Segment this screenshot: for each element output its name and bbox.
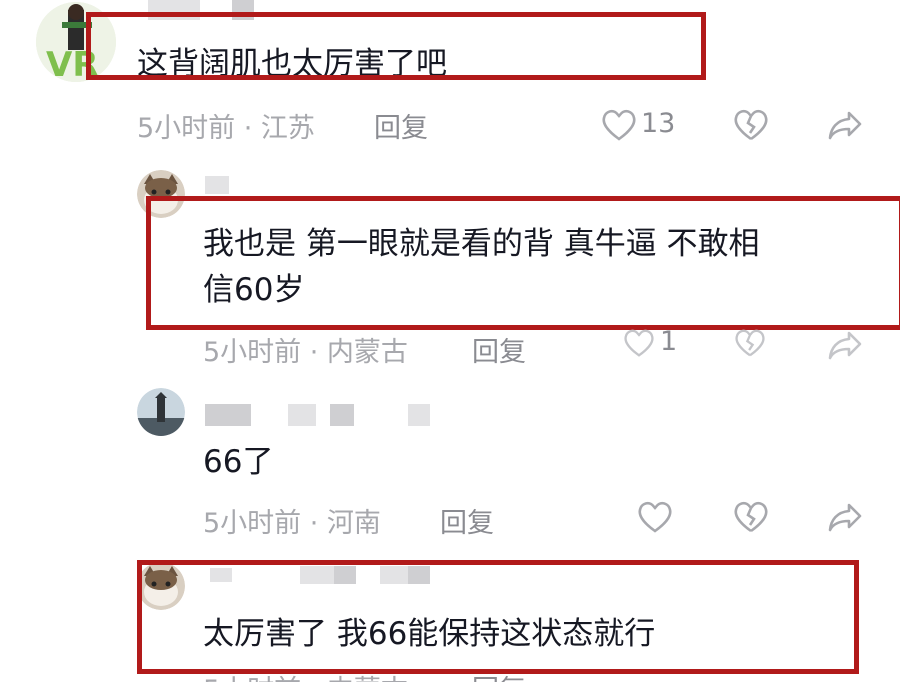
highlight-box [86, 12, 706, 80]
heart-icon[interactable] [622, 328, 656, 358]
reply-button[interactable]: 回复 [472, 330, 526, 369]
avatar[interactable] [137, 388, 185, 436]
comment-meta: 5小时前 · 内蒙古 [203, 672, 408, 682]
heart-icon[interactable] [637, 500, 673, 534]
username[interactable] [205, 176, 229, 194]
reply-button[interactable]: 回复 [374, 106, 428, 145]
highlight-box [146, 196, 900, 330]
comment-meta: 5小时前 · 江苏 [137, 113, 315, 144]
share-arrow-icon[interactable] [827, 330, 863, 360]
username [408, 404, 430, 426]
comment-text: 66了 [203, 444, 274, 480]
broken-heart-icon[interactable] [733, 500, 769, 534]
share-arrow-icon[interactable] [827, 110, 863, 140]
comment-meta: 5小时前 · 内蒙古 [203, 337, 408, 368]
heart-icon[interactable] [601, 108, 637, 142]
share-arrow-icon[interactable] [827, 502, 863, 532]
highlight-box [137, 560, 859, 674]
reply-button[interactable]: 回复 [472, 672, 526, 682]
like-count: 1 [660, 326, 678, 357]
comment-meta: 5小时前 · 河南 [203, 508, 381, 539]
like-count: 13 [641, 108, 676, 139]
username [330, 404, 354, 426]
broken-heart-icon[interactable] [733, 108, 769, 142]
reply-button[interactable]: 回复 [440, 501, 494, 540]
comment-meta-clipped: 5小时前 · 内蒙古 回复 [0, 672, 900, 682]
broken-heart-icon[interactable] [733, 328, 767, 358]
username [288, 404, 316, 426]
username[interactable] [205, 404, 251, 426]
